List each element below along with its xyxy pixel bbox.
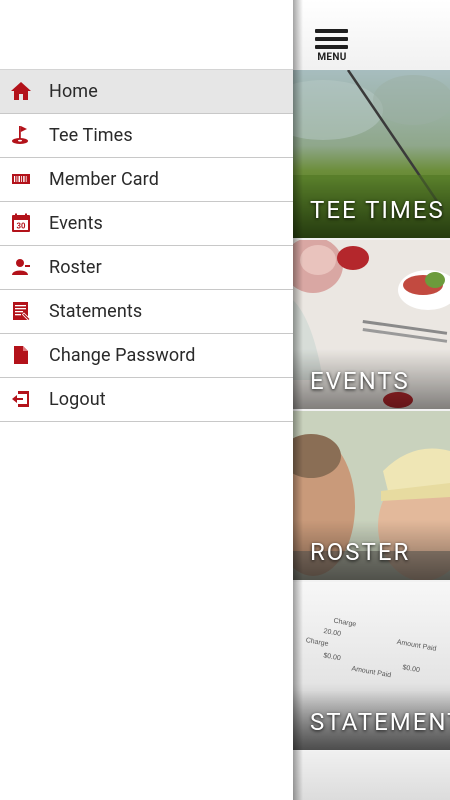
drawer-item-label: Change Password [49, 345, 196, 366]
tee-times-tile[interactable]: TEE TIMES [293, 70, 450, 238]
home-content-panel: MENU TEE TIMES EVENTS ROSTER Charge 20.0… [293, 0, 450, 800]
drawer-item-logout[interactable]: Logout [0, 378, 293, 422]
navigation-drawer: Home Tee Times Member Card 30 Events Ros… [0, 0, 293, 800]
golf-flag-icon [10, 124, 32, 146]
tile-caption: STATEMENTS [310, 708, 450, 736]
top-bar: MENU [293, 0, 450, 69]
menu-button[interactable]: MENU [313, 27, 349, 63]
menu-label: MENU [317, 52, 347, 63]
person-icon [10, 256, 32, 278]
barcode-card-icon [10, 168, 32, 190]
tile-caption: ROSTER [310, 538, 411, 566]
drawer-item-label: Tee Times [49, 125, 133, 146]
drawer-item-home[interactable]: Home [0, 69, 293, 114]
drawer-item-roster[interactable]: Roster [0, 246, 293, 290]
document-icon [10, 344, 32, 366]
drawer-item-change-password[interactable]: Change Password [0, 334, 293, 378]
events-tile[interactable]: EVENTS [293, 240, 450, 409]
drawer-item-member-card[interactable]: Member Card [0, 158, 293, 202]
logout-icon [10, 388, 32, 410]
calendar-day-text: 30 [17, 222, 26, 231]
partial-tile [293, 751, 450, 800]
drawer-item-label: Home [49, 81, 98, 102]
drawer-item-label: Events [49, 213, 103, 234]
drawer-item-tee-times[interactable]: Tee Times [0, 114, 293, 158]
drawer-item-label: Member Card [49, 169, 159, 190]
statement-document-icon [10, 300, 32, 322]
drawer-menu-list: Home Tee Times Member Card 30 Events Ros… [0, 69, 293, 422]
drawer-item-label: Logout [49, 389, 106, 410]
home-icon [10, 80, 32, 102]
drawer-item-label: Roster [49, 257, 102, 278]
tile-caption: EVENTS [310, 367, 410, 395]
drawer-item-statements[interactable]: Statements [0, 290, 293, 334]
roster-tile[interactable]: ROSTER [293, 411, 450, 580]
drawer-item-events[interactable]: 30 Events [0, 202, 293, 246]
calendar-icon: 30 [10, 212, 32, 234]
drawer-item-label: Statements [49, 301, 143, 322]
tile-caption: TEE TIMES [310, 196, 445, 224]
statements-tile[interactable]: Charge 20.00 Amount Paid Charge $0.00 Am… [293, 582, 450, 750]
